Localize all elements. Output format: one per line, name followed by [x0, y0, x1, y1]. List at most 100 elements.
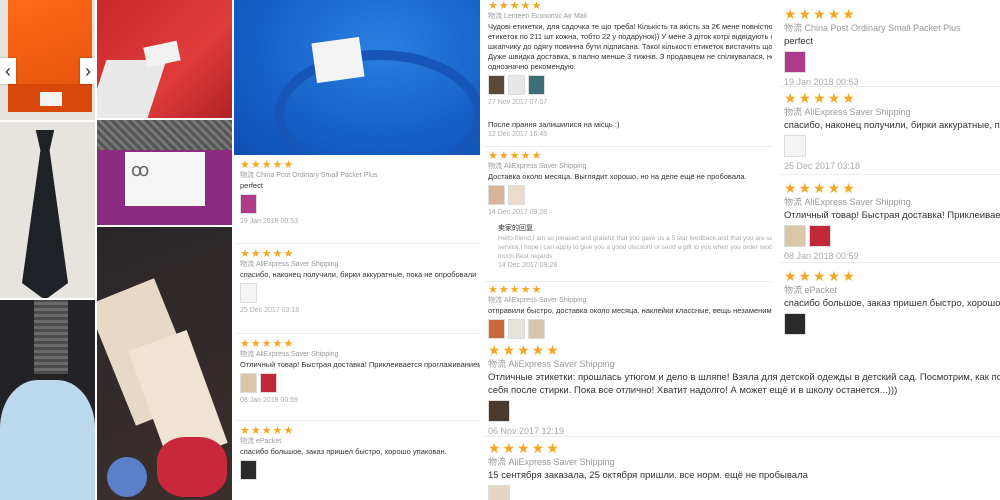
review-text: отправили быстро, доставка около месяца,… — [488, 306, 772, 315]
review-date: 27 Nov 2017 07:07 — [488, 99, 548, 106]
photo-black-tie[interactable] — [0, 122, 95, 298]
label-tag — [40, 92, 62, 106]
rating-stars: ★★★★★ — [488, 342, 561, 358]
review-item: ★★★★★ 物流 ePacket спасибо большое, заказ … — [784, 268, 1000, 338]
rating-stars: ★★★★★ — [784, 268, 857, 284]
review-date: 19 Jan 2018 00:53 — [784, 77, 859, 87]
chevron-left-icon[interactable]: ‹ — [0, 58, 16, 84]
shipping-method: 物流 ePacket — [240, 438, 282, 445]
review-text: perfect — [240, 181, 263, 190]
review-item: ★★★★★ 物流 AliExpress Saver Shipping Отлич… — [240, 338, 480, 406]
divider — [234, 333, 480, 334]
review-item: ★★★★★ 物流 AliExpress Saver Shipping спаси… — [240, 248, 480, 316]
shipping-method: 物流 AliExpress Saver Shipping — [240, 261, 339, 268]
label-tag — [311, 36, 365, 84]
review-thumbnail[interactable] — [488, 185, 505, 205]
review-text: спасибо большое, заказ пришел быстро, хо… — [784, 298, 1000, 309]
shipping-method: 物流 AliExpress Saver Shipping — [488, 457, 615, 467]
review-thumbnail[interactable] — [784, 135, 806, 157]
white-fabric — [97, 60, 167, 118]
shipping-method: 物流 Lenteen Economic Air Mail — [488, 13, 587, 20]
review-thumbnail[interactable] — [488, 400, 510, 422]
divider — [482, 281, 772, 282]
review-thumbnail[interactable] — [528, 319, 545, 339]
review-text: етикеток по 211 шт кожна, тобто 22 у под… — [488, 32, 772, 41]
rating-stars: ★★★★★ — [784, 90, 857, 106]
rating-stars: ★★★★★ — [240, 338, 295, 350]
photo-orange-beanie[interactable]: ‹ › — [0, 0, 95, 120]
divider — [234, 420, 480, 421]
rating-stars: ★★★★★ — [784, 6, 857, 22]
divider — [778, 174, 1000, 175]
review-date: 08 Jan 2018 00:59 — [240, 397, 298, 404]
rating-stars: ★★★★★ — [488, 440, 561, 456]
review-thumbnail[interactable] — [240, 283, 257, 303]
review-thumbnail[interactable] — [240, 194, 257, 214]
review-thumbnail[interactable] — [784, 225, 806, 247]
review-text: себя после стирки. Пока все отлично! Хва… — [488, 385, 898, 396]
review-date: 25 Dec 2017 03:18 — [240, 307, 300, 314]
review-text: Отличный товар! Быстрая доставка! Прикле… — [784, 210, 1000, 221]
review-text: Дуже швидка доставка, в пално менше 3 ти… — [488, 52, 772, 61]
review-item: ★★★★★ 物流 AliExpress Saver Shipping отпра… — [488, 284, 772, 340]
review-thumbnail[interactable] — [528, 75, 545, 95]
review-thumbnail[interactable] — [809, 225, 831, 247]
review-date: 14 Dec 2017 09:28 — [488, 209, 548, 216]
photo-label-rolls[interactable] — [97, 227, 232, 500]
review-text: perfect — [784, 36, 814, 47]
rating-stars: ★★★★★ — [488, 0, 543, 12]
rating-stars: ★★★★★ — [240, 425, 295, 437]
review-text: Отличные этикетки: прошлась утюгом и дел… — [488, 372, 1000, 383]
review-thumbnail[interactable] — [508, 185, 525, 205]
shipping-method: 物流 AliExpress Saver Shipping — [240, 351, 339, 358]
seller-reply-text: Hello friend,I am so pleased and gratefu… — [498, 235, 772, 242]
tie-shape — [22, 130, 68, 298]
photo-red-shirt[interactable] — [97, 0, 232, 118]
review-thumbnail[interactable] — [488, 319, 505, 339]
review-item: ★★★★★ 物流 ePacket спасибо большое, заказ … — [240, 425, 480, 483]
review-text: 15 сентября заказала, 25 октября пришли.… — [488, 470, 808, 481]
photo-blue-shirt-collar[interactable] — [234, 0, 480, 155]
review-thumbnail[interactable] — [260, 373, 277, 393]
review-thumbnail[interactable] — [488, 75, 505, 95]
shipping-method: 物流 China Post Ordinary Small Packet Plus — [784, 23, 961, 33]
review-item: ★★★★★ 物流 AliExpress Saver Shipping спаси… — [784, 90, 1000, 173]
shirt-shape — [0, 380, 95, 500]
blue-toy — [107, 457, 147, 497]
photo-light-blue-shirt[interactable] — [0, 300, 95, 500]
review-text: Чудові етикетки, для садочка те що треба… — [488, 22, 772, 31]
seller-reply-label: 卖家的回复 — [498, 225, 533, 232]
shipping-method: 物流 China Post Ordinary Small Packet Plus — [240, 172, 378, 179]
chevron-right-icon[interactable]: › — [80, 58, 95, 84]
review-thumbnail[interactable] — [508, 319, 525, 339]
label-tag — [143, 40, 181, 68]
review-thumbnail[interactable] — [240, 373, 257, 393]
photo-purple-fabric[interactable]: ꝏ — [97, 120, 232, 225]
review-thumbnail[interactable] — [240, 460, 257, 480]
review-thumbnail[interactable] — [784, 51, 806, 73]
shirt-collar — [274, 50, 480, 155]
review-date: 12 Dec 2017 16:45 — [488, 131, 548, 138]
seller-reply: 卖家的回复 Hello friend,I am so pleased and g… — [498, 224, 772, 271]
rating-stars: ★★★★★ — [784, 180, 857, 196]
review-thumbnail[interactable] — [508, 75, 525, 95]
seller-reply-text: much.Best regards — [498, 253, 553, 260]
red-toy — [157, 437, 227, 497]
seller-reply-date: 14 Dec 2017 09:28 — [498, 262, 558, 269]
review-text: спасибо, наконец получили, бирки аккурат… — [240, 270, 477, 279]
review-date: 19 Jan 2018 00:53 — [240, 218, 298, 225]
label-tag: ꝏ — [125, 152, 205, 206]
review-thumbnail[interactable] — [784, 313, 806, 335]
review-text: После прання залишилися на місць :) — [488, 120, 620, 129]
review-text: шкапчику до одягу повинна бути підписана… — [488, 42, 772, 51]
review-column-right: ★★★★★ 物流 China Post Ordinary Small Packe… — [778, 0, 1000, 340]
rating-stars: ★★★★★ — [240, 159, 295, 171]
review-thumbnail[interactable] — [488, 485, 510, 500]
review-text: однозначно рекомендую. — [488, 62, 576, 71]
divider — [234, 243, 480, 244]
seller-reply-text: service.I hope i can apply to give you a… — [498, 244, 772, 251]
review-text: Доставка около месяца. Выглядит хорошо, … — [488, 172, 747, 181]
shipping-method: 物流 AliExpress Saver Shipping — [488, 163, 587, 170]
rating-stars: ★★★★★ — [488, 284, 543, 296]
review-text: Отличный товар! Быстрая доставка! Прикле… — [240, 360, 480, 369]
